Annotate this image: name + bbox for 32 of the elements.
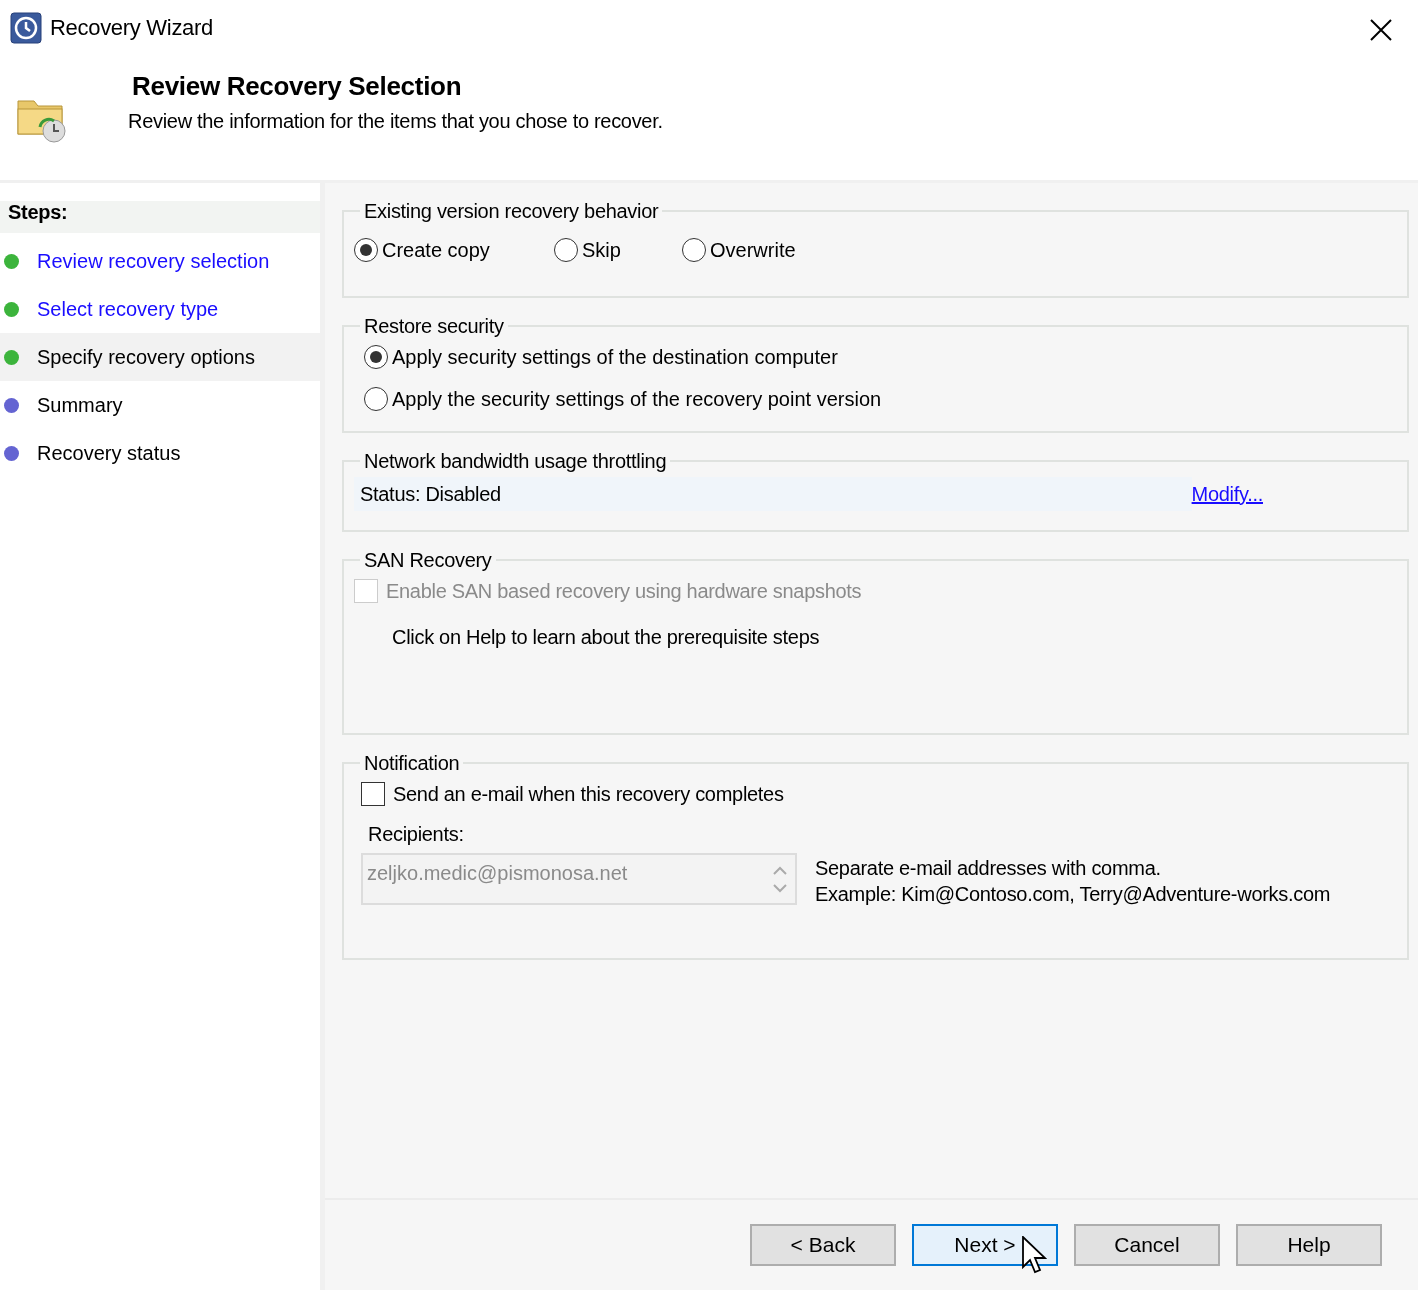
- step-item[interactable]: Select recovery type: [0, 285, 320, 333]
- hint-text: Separate e-mail addresses with comma.: [815, 856, 1162, 881]
- recipients-label: Recipients:: [368, 822, 465, 847]
- help-note: Click on Help to learn about the prerequisite steps: [392, 625, 821, 650]
- mouse-pointer-icon: [1022, 1236, 1048, 1276]
- group-title: SAN Recovery: [363, 548, 493, 572]
- radio-option[interactable]: Apply security settings of the destination computer: [364, 342, 1397, 372]
- step-item[interactable]: Review recovery selection: [0, 237, 320, 285]
- close-icon: [1370, 18, 1392, 41]
- radio-option[interactable]: Skip: [554, 235, 682, 265]
- radio-option[interactable]: Apply the security settings of the recovery point version: [364, 384, 1397, 414]
- checkbox-option[interactable]: Send an e-mail when this recovery completes: [354, 779, 1397, 809]
- wizard-button[interactable]: Cancel: [1074, 1224, 1220, 1266]
- hint-text: Example: Kim@Contoso.com, Terry@Adventure-works.com: [815, 882, 1331, 907]
- radio-option[interactable]: Overwrite: [682, 235, 882, 265]
- modify-link[interactable]: Modify...: [1191, 479, 1263, 509]
- step-item[interactable]: Summary: [0, 381, 320, 429]
- step-item[interactable]: Specify recovery options: [0, 333, 320, 381]
- group-title: Notification: [363, 751, 461, 775]
- clock-icon: [10, 11, 42, 44]
- wizard-button[interactable]: Help: [1236, 1224, 1382, 1266]
- group-title: Existing version recovery behavior: [363, 199, 660, 223]
- page-subtitle: Review the information for the items that you chose to recover.: [128, 109, 663, 135]
- radio-option[interactable]: Create copy: [354, 235, 554, 265]
- wizard-button[interactable]: Next >: [912, 1224, 1058, 1266]
- wizard-button[interactable]: < Back: [750, 1224, 896, 1266]
- window-title: Recovery Wizard: [50, 14, 213, 42]
- group-title: Network bandwidth usage throttling: [363, 449, 668, 473]
- page-title: Review Recovery Selection: [132, 71, 463, 103]
- status-text: Status: Disabled: [354, 477, 1192, 511]
- step-item[interactable]: Recovery status: [0, 429, 320, 477]
- group-title: Restore security: [363, 314, 505, 338]
